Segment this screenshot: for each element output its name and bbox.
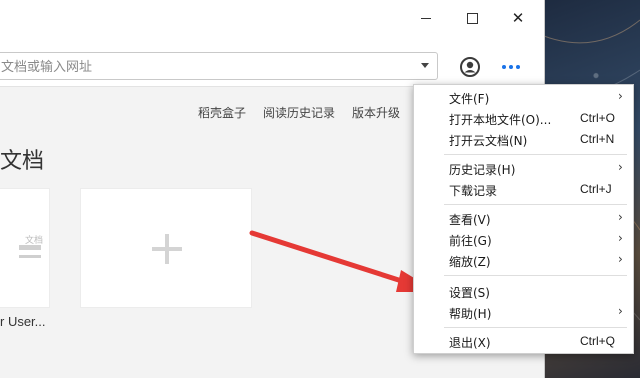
shortcut-label: Ctrl+J bbox=[580, 182, 612, 196]
menu-item-history[interactable]: 历史记录(H) › bbox=[414, 158, 633, 179]
menu-item-help[interactable]: 帮助(H) › bbox=[414, 302, 633, 323]
shortcut-label: Ctrl+Q bbox=[580, 334, 616, 348]
more-dot bbox=[502, 65, 506, 69]
chevron-right-icon: › bbox=[618, 252, 623, 266]
link-version-upgrade[interactable]: 版本升级 bbox=[352, 104, 400, 121]
menu-separator bbox=[444, 327, 627, 328]
menu-item-open-local-file[interactable]: 打开本地文件(O)... Ctrl+O bbox=[414, 108, 633, 129]
address-input[interactable] bbox=[0, 56, 403, 78]
chevron-right-icon: › bbox=[618, 160, 623, 174]
chevron-right-icon: › bbox=[618, 210, 623, 224]
menu-separator bbox=[444, 275, 627, 276]
more-dot bbox=[516, 65, 520, 69]
close-button[interactable]: ✕ bbox=[495, 0, 541, 36]
document-card-caption: r User... bbox=[0, 314, 46, 329]
menu-separator bbox=[444, 204, 627, 205]
menu-item-zoom[interactable]: 缩放(Z) › bbox=[414, 250, 633, 271]
close-icon: ✕ bbox=[511, 10, 525, 27]
plus-icon-vertical bbox=[165, 234, 169, 264]
chevron-right-icon: › bbox=[618, 89, 623, 103]
document-thumbnail-line bbox=[19, 245, 41, 250]
menu-item-file[interactable]: 文件(F) › bbox=[414, 87, 633, 108]
top-links: 稻壳盒子 阅读历史记录 版本升级 bbox=[198, 104, 417, 121]
menu-item-downloads[interactable]: 下载记录 Ctrl+J bbox=[414, 179, 633, 200]
link-reading-history[interactable]: 阅读历史记录 bbox=[263, 104, 335, 121]
address-bar[interactable] bbox=[0, 52, 438, 80]
link-docer-box[interactable]: 稻壳盒子 bbox=[198, 104, 246, 121]
menu-item-open-cloud-document[interactable]: 打开云文档(N) Ctrl+N bbox=[414, 129, 633, 150]
more-dot bbox=[509, 65, 513, 69]
toolbar bbox=[0, 38, 544, 87]
shortcut-label: Ctrl+O bbox=[580, 111, 616, 125]
menu-item-settings[interactable]: 设置(S) bbox=[414, 281, 633, 302]
title-bar: ✕ bbox=[0, 0, 544, 38]
user-icon bbox=[460, 57, 480, 77]
menu-item-view[interactable]: 查看(V) › bbox=[414, 208, 633, 229]
chevron-right-icon: › bbox=[618, 231, 623, 245]
more-dropdown-menu: 文件(F) › 打开本地文件(O)... Ctrl+O 打开云文档(N) Ctr… bbox=[413, 84, 634, 354]
maximize-button[interactable] bbox=[449, 0, 495, 36]
menu-separator bbox=[444, 154, 627, 155]
menu-item-exit[interactable]: 退出(X) Ctrl+Q bbox=[414, 331, 633, 352]
page-title: 文档 bbox=[0, 149, 45, 174]
minimize-button[interactable] bbox=[403, 0, 449, 36]
new-document-card[interactable] bbox=[80, 188, 252, 308]
menu-item-go[interactable]: 前往(G) › bbox=[414, 229, 633, 250]
document-thumbnail-line bbox=[19, 255, 41, 258]
profile-button[interactable] bbox=[459, 56, 481, 78]
chevron-down-icon[interactable] bbox=[421, 63, 429, 68]
chevron-right-icon: › bbox=[618, 304, 623, 318]
recent-document-card[interactable]: 文档 bbox=[0, 188, 50, 308]
shortcut-label: Ctrl+N bbox=[580, 132, 615, 146]
more-menu-button[interactable] bbox=[500, 60, 522, 74]
